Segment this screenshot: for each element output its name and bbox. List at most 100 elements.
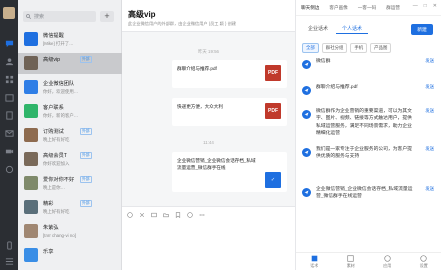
- bottom-nav-item[interactable]: 应用: [383, 254, 391, 269]
- phone-icon[interactable]: [4, 240, 14, 250]
- clock-icon[interactable]: [187, 212, 193, 218]
- conversation-name: 朱紫弘: [43, 225, 59, 231]
- conversation-list: 搜索 + 微信提醒 [Mike] 打开了… 高级vip 外部 企业微信团队 你好，欢迎使用…: [18, 0, 122, 270]
- avatar: [24, 80, 38, 94]
- left-nav-rail: [0, 0, 18, 270]
- script-text: 群聊介绍与推荐.pdf: [316, 85, 358, 90]
- conversation-item[interactable]: 订购测试 外部 晚上好有好吃: [18, 125, 122, 146]
- conversation-preview: 晚上好有好吃: [43, 137, 70, 142]
- external-tag: 外部: [80, 56, 92, 63]
- meeting-icon[interactable]: [4, 146, 14, 156]
- tab[interactable]: 客户画像: [324, 5, 352, 11]
- conversation-preview: [Mike] 打开了…: [43, 41, 74, 46]
- avatar: [24, 248, 38, 262]
- calendar-icon[interactable]: [4, 92, 14, 102]
- link-message[interactable]: 企业微信营销_企业微信会话存档_私域流量运营_微信群手在线 ✓: [172, 152, 287, 192]
- tab[interactable]: 聊天侧边: [296, 5, 324, 11]
- mail-icon[interactable]: [4, 128, 14, 138]
- send-icon: [302, 86, 311, 95]
- conversation-preview: 你好，欢迎使用…: [43, 89, 79, 94]
- tab[interactable]: 群运营: [381, 5, 405, 11]
- conversation-preview: 晚上好有好吃: [43, 209, 70, 214]
- message-time: 11:44: [203, 140, 214, 145]
- file-message[interactable]: 群聊介绍与推荐.pdf PDF: [172, 60, 287, 88]
- send-icon: [302, 110, 311, 119]
- external-tag: 外部: [80, 176, 92, 183]
- chip[interactable]: 全部: [302, 43, 319, 53]
- user-avatar[interactable]: [3, 7, 15, 19]
- tab-company-scripts[interactable]: 企业话术: [302, 24, 334, 34]
- chip[interactable]: 手机: [350, 43, 368, 53]
- external-tag: 外部: [80, 200, 92, 207]
- chat-icon[interactable]: [4, 38, 14, 48]
- conversation-preview: 你好，新的客户…: [43, 113, 79, 118]
- file-message[interactable]: 快递更方便，大众大利 PDF: [172, 98, 287, 126]
- add-button[interactable]: +: [100, 11, 114, 22]
- tab[interactable]: 一客一码: [353, 5, 381, 11]
- chip[interactable]: 群社分组: [321, 43, 348, 53]
- conversation-name: 微信提醒: [43, 33, 64, 39]
- image-icon[interactable]: [151, 212, 157, 218]
- send-link[interactable]: 发送: [425, 146, 434, 152]
- script-text: 微信群: [316, 59, 331, 64]
- send-icon: [302, 188, 311, 197]
- message-text: 快递更方便，大众大利: [177, 104, 223, 109]
- conversation-item[interactable]: 高级会员T 外部 你好欢迎加入: [18, 149, 122, 170]
- bottom-nav-item[interactable]: 话术: [310, 255, 318, 269]
- avatar: [24, 152, 38, 166]
- search-placeholder: 搜索: [34, 14, 45, 20]
- workbench-icon[interactable]: [4, 74, 14, 84]
- script-text: 微信群作为企业营销的重要渠道，可以为其文字、图片、视频、链接等方式触达用户，提供…: [316, 109, 412, 137]
- docs-icon[interactable]: [4, 110, 14, 120]
- chat-subtitle: 此企业微信用户的外部群，由企业微信用户 (员工 颖 ) 创建: [128, 21, 236, 26]
- conversation-item[interactable]: 朱紫弘 [tnrr chang-vi no]: [18, 221, 122, 242]
- drive-icon[interactable]: [4, 164, 14, 174]
- conversation-name: 精彩: [43, 201, 54, 207]
- chat-header: 高级vip 此企业微信用户的外部群，由企业微信用户 (员工 颖 ) 创建: [122, 0, 295, 32]
- new-button[interactable]: 新建: [411, 24, 433, 35]
- conversation-item[interactable]: 企业微信团队 你好，欢迎使用…: [18, 77, 122, 98]
- chip[interactable]: 产品图: [370, 43, 392, 53]
- chat-title: 高级vip: [128, 10, 156, 19]
- send-link[interactable]: 发送: [425, 108, 434, 114]
- script-text: 企业微信营销_企业微信会话存档_私域流量运营_微信群手在线运营: [316, 187, 413, 200]
- message-time: 昨天 19:56: [198, 49, 219, 54]
- conversation-name: 高级vip: [43, 57, 61, 63]
- menu-icon[interactable]: [4, 256, 14, 266]
- message-text: 企业微信营销_企业微信会话存档_私域流量运营_微信群手在线: [177, 158, 256, 170]
- search-input[interactable]: 搜索: [23, 11, 96, 22]
- send-link[interactable]: 发送: [425, 84, 434, 90]
- conversation-name: 订购测试: [43, 129, 64, 135]
- conversation-name: 企业微信团队: [43, 81, 75, 87]
- chat-area: 高级vip 此企业微信用户的外部群，由企业微信用户 (员工 颖 ) 创建 昨天 …: [122, 0, 295, 270]
- bottom-nav-item[interactable]: 设置: [420, 254, 428, 269]
- conversation-name: 客户联系: [43, 105, 64, 111]
- send-link[interactable]: 发送: [425, 186, 434, 192]
- sidebar-panel: — □ ✕ 聊天侧边 客户画像 一客一码 群运营 企业话术 个人话术 新建 全部…: [295, 0, 441, 270]
- filter-chips: 全部 群社分组 手机 产品图: [302, 43, 392, 53]
- folder-icon[interactable]: [163, 212, 169, 218]
- avatar: [24, 56, 38, 70]
- panel-bottom-nav: 话术 素材 应用 设置: [296, 252, 441, 270]
- conversation-item[interactable]: 微信提醒 [Mike] 打开了…: [18, 29, 122, 50]
- avatar: [24, 128, 38, 142]
- conversation-item[interactable]: 高级vip 外部: [18, 53, 122, 74]
- composer-toolbar: [127, 212, 205, 218]
- bottom-nav-item[interactable]: 素材: [347, 254, 355, 269]
- contacts-icon[interactable]: [4, 56, 14, 66]
- more-icon[interactable]: [199, 212, 205, 218]
- conversation-item[interactable]: 客户联系你好，新的客户…: [18, 101, 122, 122]
- tab-personal-scripts[interactable]: 个人话术: [336, 24, 369, 34]
- message-composer[interactable]: [122, 206, 295, 270]
- send-link[interactable]: 发送: [425, 58, 434, 64]
- conversation-item[interactable]: 爱你对你不好 外部 晚上是你…: [18, 173, 122, 194]
- emoji-icon[interactable]: [127, 212, 133, 218]
- panel-tabs: 聊天侧边 客户画像 一客一码 群运营: [296, 0, 441, 16]
- conversation-item[interactable]: 精彩 外部晚上好有好吃: [18, 197, 122, 218]
- conversation-item[interactable]: 乐享: [18, 245, 122, 266]
- avatar: [24, 32, 38, 46]
- conversation-name: 爱你对你不好: [43, 177, 75, 183]
- scissors-icon[interactable]: [139, 212, 145, 218]
- bookmark-icon[interactable]: [175, 212, 181, 218]
- avatar: [24, 176, 38, 190]
